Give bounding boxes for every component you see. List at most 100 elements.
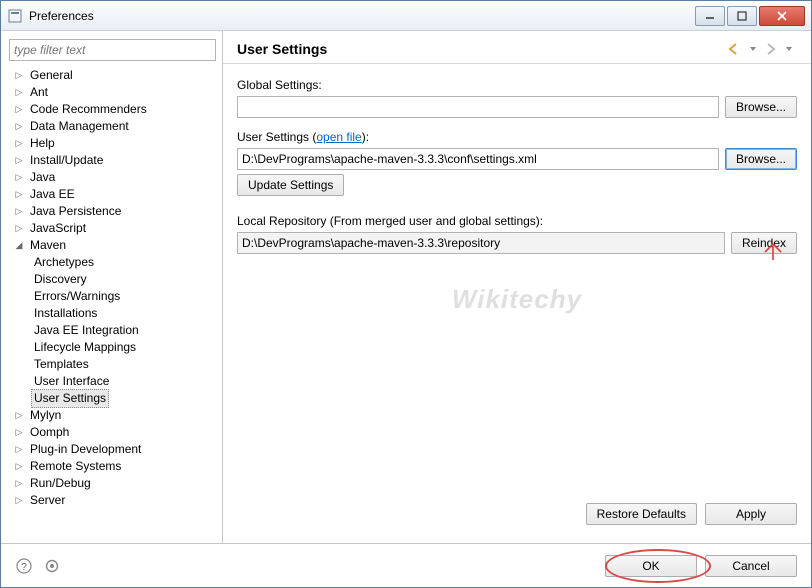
window-icon [7, 8, 23, 24]
browse-global-button[interactable]: Browse... [725, 96, 797, 118]
chevron-right-icon[interactable]: ▷ [13, 223, 25, 235]
chevron-right-icon[interactable]: ▷ [13, 444, 25, 456]
tree-item-label: General [27, 67, 76, 84]
restore-defaults-button[interactable]: Restore Defaults [586, 503, 697, 525]
chevron-right-icon[interactable]: ▷ [13, 104, 25, 116]
tree-item[interactable]: ▷Mylyn [9, 407, 222, 424]
tree-item[interactable]: ▷Java [9, 169, 222, 186]
tree-item-label: Oomph [27, 424, 72, 441]
chevron-right-icon[interactable]: ▷ [13, 495, 25, 507]
tree-item-label: Install/Update [27, 152, 106, 169]
close-button[interactable] [759, 6, 805, 26]
tree-item[interactable]: ◢Maven [9, 237, 222, 254]
tree-item[interactable]: ▷Java Persistence [9, 203, 222, 220]
filter-box [9, 39, 216, 61]
tree-item-label: Lifecycle Mappings [31, 339, 139, 356]
tree-item[interactable]: Installations [9, 305, 222, 322]
chevron-right-icon[interactable]: ▷ [13, 461, 25, 473]
global-settings-label: Global Settings: [237, 78, 797, 92]
chevron-right-icon[interactable]: ▷ [13, 70, 25, 82]
open-file-link[interactable]: open file [316, 130, 361, 144]
tree-item-label: Plug-in Development [27, 441, 144, 458]
tree-item[interactable]: Templates [9, 356, 222, 373]
tree-item-label: Server [27, 492, 68, 509]
tree-item-label: Java Persistence [27, 203, 124, 220]
chevron-right-icon[interactable]: ▷ [13, 121, 25, 133]
chevron-right-icon[interactable]: ▷ [13, 138, 25, 150]
tree-item-label: User Settings [31, 389, 109, 408]
content-buttons: Restore Defaults Apply [237, 497, 797, 535]
tree-item-label: Errors/Warnings [31, 288, 123, 305]
tree-item[interactable]: Lifecycle Mappings [9, 339, 222, 356]
global-settings-input[interactable] [237, 96, 719, 118]
chevron-right-icon[interactable]: ▷ [13, 478, 25, 490]
chevron-right-icon[interactable]: ▷ [13, 206, 25, 218]
chevron-right-icon[interactable]: ▷ [13, 155, 25, 167]
tree-item[interactable]: ▷Help [9, 135, 222, 152]
tree-item-label: Java EE Integration [31, 322, 142, 339]
tree-item-label: Java [27, 169, 58, 186]
tree-container: ▷General▷Ant▷Code Recommenders▷Data Mana… [7, 65, 222, 543]
user-settings-label: User Settings (open file): [237, 130, 797, 144]
tree-item[interactable]: ▷Code Recommenders [9, 101, 222, 118]
tree-item[interactable]: ▷Remote Systems [9, 458, 222, 475]
chevron-right-icon[interactable]: ▷ [13, 87, 25, 99]
tree-item-label: Mylyn [27, 407, 64, 424]
tree-item[interactable]: ▷Plug-in Development [9, 441, 222, 458]
tree-item[interactable]: ▷Oomph [9, 424, 222, 441]
tree-item-label: Ant [27, 84, 51, 101]
tree-item[interactable]: Archetypes [9, 254, 222, 271]
tree-item[interactable]: Discovery [9, 271, 222, 288]
tree-item-label: Run/Debug [27, 475, 94, 492]
tree-item[interactable]: ▷Data Management [9, 118, 222, 135]
chevron-right-icon[interactable]: ▷ [13, 410, 25, 422]
browse-user-button[interactable]: Browse... [725, 148, 797, 170]
tree-item-label: Discovery [31, 271, 90, 288]
chevron-right-icon[interactable]: ▷ [13, 172, 25, 184]
tree-item[interactable]: User Interface [9, 373, 222, 390]
chevron-down-icon[interactable]: ◢ [13, 240, 25, 252]
local-repo-label: Local Repository (From merged user and g… [237, 214, 797, 228]
tree-item[interactable]: ▷Ant [9, 84, 222, 101]
tree-item-label: JavaScript [27, 220, 89, 237]
filter-input[interactable] [9, 39, 216, 61]
ok-button[interactable]: OK [605, 555, 697, 577]
maximize-button[interactable] [727, 6, 757, 26]
tree-item[interactable]: Errors/Warnings [9, 288, 222, 305]
sidebar: ▷General▷Ant▷Code Recommenders▷Data Mana… [1, 31, 223, 543]
update-settings-button[interactable]: Update Settings [237, 174, 344, 196]
forward-icon[interactable] [763, 41, 779, 57]
chevron-right-icon[interactable]: ▷ [13, 189, 25, 201]
preferences-window: Preferences ▷General▷Ant▷Code Recommende… [0, 0, 812, 588]
apply-button[interactable]: Apply [705, 503, 797, 525]
preferences-tree[interactable]: ▷General▷Ant▷Code Recommenders▷Data Mana… [7, 65, 222, 543]
reindex-button[interactable]: Reindex [731, 232, 797, 254]
tree-item-label: Help [27, 135, 58, 152]
user-settings-input[interactable] [237, 148, 719, 170]
back-menu-icon[interactable] [745, 41, 761, 57]
page-title: User Settings [237, 41, 727, 57]
local-repo-input [237, 232, 725, 254]
tree-item[interactable]: ▷Run/Debug [9, 475, 222, 492]
tree-item-label: Code Recommenders [27, 101, 150, 118]
tree-item[interactable]: ▷General [9, 67, 222, 84]
help-icon[interactable]: ? [15, 557, 33, 575]
forward-menu-icon[interactable] [781, 41, 797, 57]
tree-item[interactable]: ▷Server [9, 492, 222, 509]
main-area: ▷General▷Ant▷Code Recommenders▷Data Mana… [1, 31, 811, 543]
tree-item-label: Templates [31, 356, 92, 373]
titlebar: Preferences [1, 1, 811, 31]
tree-item[interactable]: ▷JavaScript [9, 220, 222, 237]
minimize-button[interactable] [695, 6, 725, 26]
chevron-right-icon[interactable]: ▷ [13, 427, 25, 439]
content-panel: User Settings Wikitechy Global Settings:… [223, 31, 811, 543]
window-title: Preferences [29, 9, 695, 23]
status-icon[interactable] [43, 557, 61, 575]
back-icon[interactable] [727, 41, 743, 57]
tree-item[interactable]: ▷Install/Update [9, 152, 222, 169]
cancel-button[interactable]: Cancel [705, 555, 797, 577]
tree-item[interactable]: Java EE Integration [9, 322, 222, 339]
tree-item[interactable]: ▷Java EE [9, 186, 222, 203]
footer: ? OK Cancel [1, 543, 811, 587]
tree-item[interactable]: User Settings [9, 390, 222, 407]
